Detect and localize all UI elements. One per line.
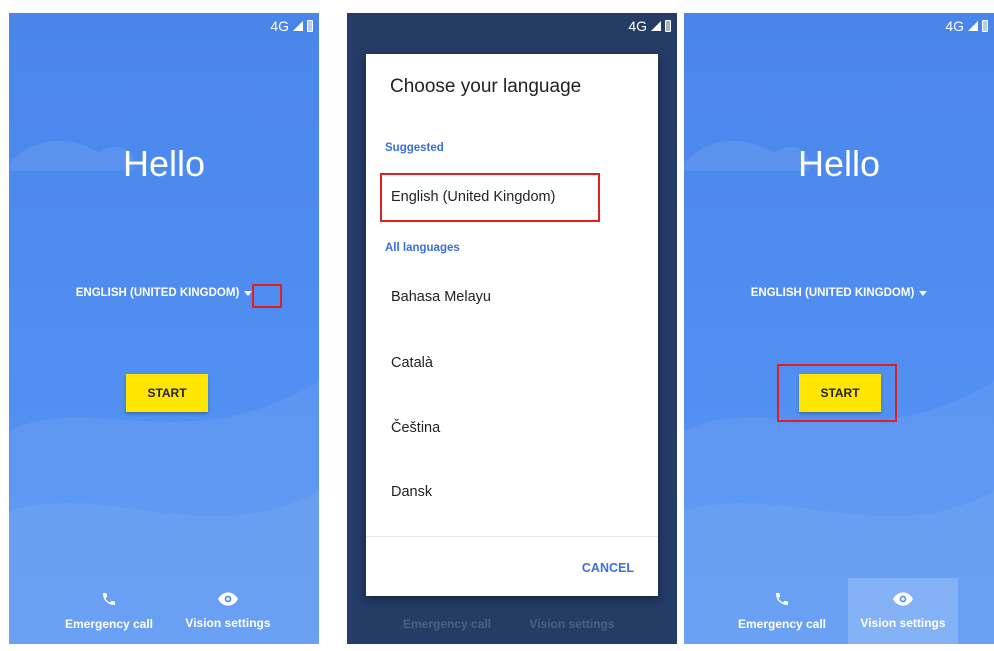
dialog-divider — [366, 536, 658, 537]
dialog-title: Choose your language — [390, 76, 582, 97]
dropdown-arrow-icon[interactable] — [919, 290, 928, 296]
greeting-title: Hello — [797, 143, 881, 184]
eye-icon — [218, 592, 238, 606]
signal-icon — [293, 21, 303, 31]
language-option[interactable]: Čeština — [391, 420, 440, 436]
vision-settings-button[interactable]: Vision settings — [175, 578, 281, 644]
suggested-header: Suggested — [385, 142, 444, 154]
battery-icon — [307, 20, 313, 32]
bottom-bar: Emergency call Vision settings — [684, 578, 994, 644]
language-option[interactable]: Bahasa Melayu — [391, 289, 491, 305]
highlight-dropdown-arrow — [252, 284, 282, 308]
language-option[interactable]: Català — [391, 355, 433, 371]
emergency-call-label: Emergency call — [64, 617, 154, 631]
greeting-title: Hello — [122, 143, 206, 184]
network-label: 4G — [628, 18, 647, 34]
emergency-call-button[interactable]: Emergency call — [731, 578, 833, 644]
language-dialog: Choose your language Suggested English (… — [366, 54, 658, 596]
welcome-screen-2: 4G Hello ENGLISH (UNITED KINGDOM) START … — [684, 13, 994, 644]
phone-icon — [103, 593, 115, 605]
start-button[interactable]: START — [126, 374, 208, 412]
battery-icon — [665, 20, 671, 32]
signal-icon — [651, 21, 661, 31]
highlight-suggested-language — [380, 173, 600, 222]
bottom-bar: Emergency call Vision settings — [9, 578, 319, 644]
highlight-start-button — [777, 364, 897, 422]
vision-settings-button[interactable]: Vision settings — [848, 578, 958, 644]
signal-icon — [968, 21, 978, 31]
phone-icon — [776, 593, 788, 605]
eye-icon — [893, 592, 913, 606]
vision-settings-label: Vision settings — [185, 616, 271, 630]
status-bar: 4G — [945, 13, 988, 39]
welcome-screen-1: 4G Hello ENGLISH (UNITED KINGDOM) START … — [9, 13, 319, 644]
network-label: 4G — [270, 18, 289, 34]
language-label: ENGLISH (UNITED KINGDOM) — [75, 287, 240, 299]
all-languages-header: All languages — [385, 242, 460, 254]
vision-settings-label: Vision settings — [529, 617, 615, 631]
emergency-call-button[interactable]: Emergency call — [61, 578, 157, 644]
status-bar: 4G — [628, 13, 671, 39]
language-selector[interactable]: ENGLISH (UNITED KINGDOM) — [684, 287, 994, 299]
language-label: ENGLISH (UNITED KINGDOM) — [750, 287, 915, 299]
language-picker-screen: 4G Emergency call Vision settings Choose… — [347, 13, 677, 644]
network-label: 4G — [945, 18, 964, 34]
cancel-button[interactable]: CANCEL — [582, 561, 634, 575]
status-bar: 4G — [270, 13, 313, 39]
language-option[interactable]: Dansk — [391, 484, 432, 500]
emergency-call-label: Emergency call — [737, 617, 827, 631]
vision-settings-label: Vision settings — [860, 616, 946, 630]
battery-icon — [982, 20, 988, 32]
emergency-call-label: Emergency call — [402, 617, 492, 631]
